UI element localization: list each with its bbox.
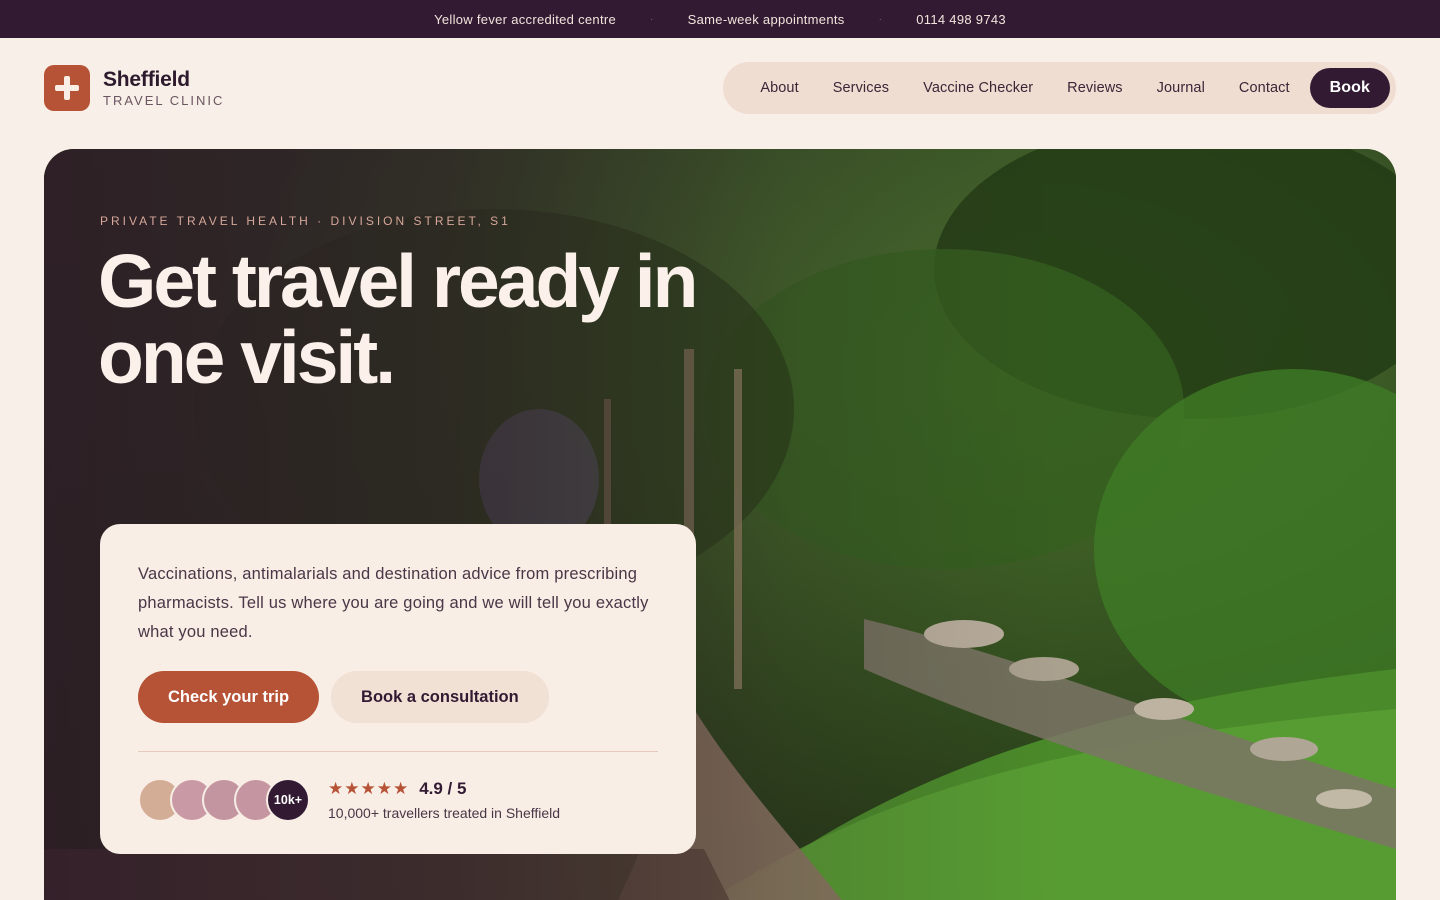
announcement-bar: Yellow fever accredited centre · Same-we… <box>0 0 1440 38</box>
nav-contact[interactable]: Contact <box>1222 80 1307 96</box>
brand-name: Sheffield <box>103 68 190 91</box>
star-rating-icon: ★★★★★ <box>328 779 410 798</box>
card-divider <box>138 751 658 752</box>
nav-vaccine-checker[interactable]: Vaccine Checker <box>906 80 1050 96</box>
announcement-phone[interactable]: 0114 498 9743 <box>916 12 1006 27</box>
main-nav: About Services Vaccine Checker Reviews J… <box>723 62 1396 114</box>
social-proof: 10k+ ★★★★★ 4.9 / 5 10,000+ travellers tr… <box>138 778 658 822</box>
hero-section: PRIVATE TRAVEL HEALTH · DIVISION STREET,… <box>44 149 1396 900</box>
check-trip-button[interactable]: Check your trip <box>138 671 320 723</box>
rating-value: 4.9 / 5 <box>419 779 467 798</box>
book-button[interactable]: Book <box>1309 68 1390 108</box>
brand-logo[interactable]: Sheffield TRAVEL CLINIC <box>44 65 224 111</box>
hero-headline-line2: one visit. <box>98 315 396 399</box>
rating-row: ★★★★★ 4.9 / 5 <box>328 779 560 799</box>
hero-headline-line1: Get travel ready in <box>98 239 698 323</box>
hero-headline: Get travel ready in one visit. <box>98 243 818 395</box>
cta-row: Check your trip Book a consultation <box>138 671 658 723</box>
book-consultation-button[interactable]: Book a consultation <box>331 671 549 723</box>
nav-reviews[interactable]: Reviews <box>1050 80 1140 96</box>
proof-text: ★★★★★ 4.9 / 5 10,000+ travellers treated… <box>328 779 560 821</box>
brand-subtitle: TRAVEL CLINIC <box>103 93 225 108</box>
avatar-group: 10k+ <box>138 778 310 822</box>
nav-journal[interactable]: Journal <box>1140 80 1222 96</box>
avatar-count-badge: 10k+ <box>266 778 310 822</box>
announcement-appointments: Same-week appointments <box>687 11 845 27</box>
announcement-accreditation: Yellow fever accredited centre <box>434 11 617 27</box>
hero-description: Vaccinations, antimalarials and destinat… <box>138 565 649 641</box>
site-header: Sheffield TRAVEL CLINIC About Services V… <box>44 62 1396 114</box>
travellers-count-text: 10,000+ travellers treated in Sheffield <box>328 805 561 821</box>
nav-about[interactable]: About <box>743 80 815 96</box>
separator-dot: · <box>878 13 883 25</box>
hero-eyebrow: PRIVATE TRAVEL HEALTH · DIVISION STREET,… <box>100 214 511 228</box>
nav-services[interactable]: Services <box>816 80 906 96</box>
separator-dot: · <box>650 13 654 25</box>
brand-text: Sheffield TRAVEL CLINIC <box>103 69 224 107</box>
plus-icon <box>44 65 90 111</box>
hero-card: Vaccinations, antimalarials and destinat… <box>100 524 696 854</box>
